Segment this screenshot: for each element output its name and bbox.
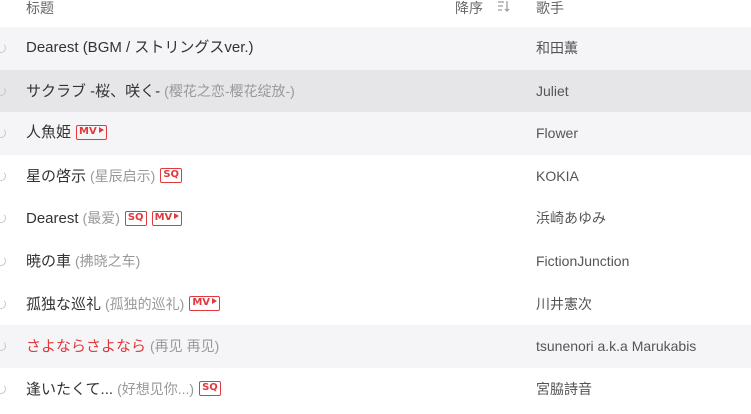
track-title-cell[interactable]: Dearest (BGM / ストリングスver.) bbox=[26, 27, 254, 70]
track-title-cell[interactable]: 暁の車 (拂晓之车) bbox=[26, 240, 140, 283]
sq-badge: SQ bbox=[124, 210, 147, 226]
column-header-artist[interactable]: 歌手 bbox=[536, 0, 564, 18]
track-row[interactable]: サクラブ -桜、咲く- (樱花之恋-樱花绽放-) Juliet bbox=[0, 69, 751, 113]
play-status-icon[interactable] bbox=[0, 170, 6, 181]
track-subtitle: (最爱) bbox=[82, 210, 120, 227]
track-row[interactable]: さよならさよなら (再见 再见) tsunenori a.k.a Marukabis bbox=[0, 325, 751, 368]
track-row[interactable]: 逢いたくて... (好想见你...) SQ 宮脇詩音 bbox=[0, 368, 751, 411]
track-artist[interactable]: tsunenori a.k.a Marukabis bbox=[536, 325, 696, 368]
play-triangle-icon bbox=[212, 298, 218, 305]
track-row[interactable]: Dearest (BGM / ストリングスver.) 和田薫 bbox=[0, 27, 751, 70]
badge-label: MV bbox=[192, 297, 211, 309]
play-status-icon[interactable] bbox=[0, 128, 6, 139]
track-subtitle: (樱花之恋-樱花绽放-) bbox=[164, 82, 295, 99]
track-subtitle: (好想见你...) bbox=[117, 380, 195, 397]
mv-badge[interactable]: MV bbox=[76, 124, 107, 140]
track-artist[interactable]: 川井憲次 bbox=[536, 283, 592, 326]
track-subtitle: (星辰启示) bbox=[90, 167, 156, 184]
sort-icon[interactable] bbox=[497, 0, 510, 12]
track-title-cell[interactable]: 星の啓示 (星辰启示) SQ bbox=[26, 155, 183, 198]
track-row[interactable]: 人魚姫 MV Flower bbox=[0, 112, 751, 155]
track-row[interactable]: 孤独な巡礼 (孤独的巡礼) MV 川井憲次 bbox=[0, 283, 751, 326]
track-title-cell[interactable]: サクラブ -桜、咲く- (樱花之恋-樱花绽放-) bbox=[26, 70, 295, 113]
badge-label: SQ bbox=[163, 169, 180, 181]
track-artist[interactable]: 和田薫 bbox=[536, 27, 578, 70]
track-subtitle: (孤独的巡礼) bbox=[105, 295, 185, 312]
track-title-cell[interactable]: 逢いたくて... (好想见你...) SQ bbox=[26, 368, 221, 411]
track-title: 暁の車 bbox=[26, 252, 72, 270]
track-title: 逢いたくて... bbox=[26, 380, 114, 398]
play-status-icon[interactable] bbox=[0, 43, 6, 53]
track-row[interactable]: 星の啓示 (星辰启示) SQ KOKIA bbox=[0, 155, 751, 198]
track-row[interactable]: Dearest (最爱) SQ MV 浜崎あゆみ bbox=[0, 197, 751, 240]
track-title: Dearest bbox=[26, 210, 79, 228]
sort-descending-button[interactable]: 降序 bbox=[455, 0, 483, 18]
column-header-title[interactable]: 标题 bbox=[26, 0, 54, 18]
track-row[interactable]: 暁の車 (拂晓之车) FictionJunction bbox=[0, 240, 751, 283]
track-title-cell[interactable]: 人魚姫 MV bbox=[26, 112, 107, 155]
badge-label: SQ bbox=[202, 382, 218, 394]
track-title: Dearest (BGM / ストリングスver.) bbox=[26, 39, 254, 56]
track-title: サクラブ -桜、咲く- bbox=[26, 82, 161, 100]
track-title-cell[interactable]: さよならさよなら (再见 再见) bbox=[26, 325, 219, 368]
badge-label: SQ bbox=[127, 211, 144, 223]
play-status-icon[interactable] bbox=[0, 213, 6, 224]
track-subtitle: (拂晓之车) bbox=[75, 252, 141, 269]
track-title-cell[interactable]: 孤独な巡礼 (孤独的巡礼) MV bbox=[26, 283, 221, 326]
track-title-cell[interactable]: Dearest (最爱) SQ MV bbox=[26, 197, 183, 240]
play-status-icon[interactable] bbox=[0, 298, 6, 309]
mv-badge[interactable]: MV bbox=[189, 296, 221, 312]
list-header: 标题 降序 歌手 bbox=[0, 0, 751, 27]
track-title: 孤独な巡礼 bbox=[26, 295, 102, 313]
track-list: Dearest (BGM / ストリングスver.) 和田薫 サクラブ -桜、咲く-… bbox=[0, 27, 751, 410]
play-status-icon[interactable] bbox=[0, 341, 6, 352]
sq-badge: SQ bbox=[199, 381, 221, 397]
track-subtitle: (再见 再见) bbox=[150, 338, 220, 355]
badge-label: MV bbox=[154, 211, 173, 223]
track-title: さよならさよなら bbox=[26, 338, 147, 356]
mv-badge[interactable]: MV bbox=[151, 210, 183, 226]
song-list-page: 标题 降序 歌手 Dearest (BGM / ストリングスver.) 和田薫 サク… bbox=[0, 0, 751, 414]
track-artist[interactable]: KOKIA bbox=[536, 155, 579, 198]
play-status-icon[interactable] bbox=[0, 85, 6, 96]
play-status-icon[interactable] bbox=[0, 383, 6, 394]
track-artist[interactable]: 宮脇詩音 bbox=[536, 368, 592, 411]
play-triangle-icon bbox=[98, 126, 104, 133]
sq-badge: SQ bbox=[160, 168, 183, 184]
track-artist[interactable]: FictionJunction bbox=[536, 240, 629, 283]
badge-label: MV bbox=[79, 125, 97, 137]
play-triangle-icon bbox=[174, 212, 180, 219]
play-status-icon[interactable] bbox=[0, 255, 6, 266]
track-artist[interactable]: Juliet bbox=[536, 70, 569, 113]
track-title: 星の啓示 bbox=[26, 167, 87, 185]
track-artist[interactable]: Flower bbox=[536, 112, 578, 155]
track-artist[interactable]: 浜崎あゆみ bbox=[536, 197, 606, 240]
track-title: 人魚姫 bbox=[26, 124, 72, 142]
